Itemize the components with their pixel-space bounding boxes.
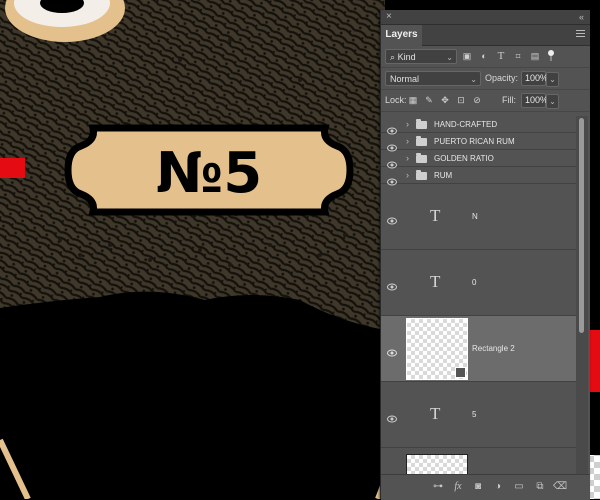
badge-label: №5 [156,141,262,206]
visibility-eye-icon[interactable] [387,156,397,169]
tab-layers[interactable]: Layers [381,25,422,46]
layer-group-rum[interactable]: › RUM [381,167,576,186]
visibility-eye-icon[interactable] [387,212,397,225]
filter-row: ⌕ Kind ⌄ ▣ ◐ T ⌗ ▤ [381,46,590,68]
lock-label: Lock: [385,95,407,105]
layer-name: 0 [472,278,477,287]
lock-row: Lock: ▦ ✎ ✥ ⊡ ⊘ Fill: 100% ⌄ [381,90,590,112]
red-bar-right [589,330,600,392]
add-mask-icon[interactable]: ◙ [471,480,485,494]
folder-icon [416,136,427,146]
blend-mode-select[interactable]: Normal ⌄ [385,71,481,86]
layer-name: PUERTO RICAN RUM [434,137,515,146]
new-layer-icon[interactable]: ⧉ [533,480,547,494]
fill-dropdown-icon[interactable]: ⌄ [546,94,559,109]
filter-kind-value: Kind [397,52,416,62]
visibility-eye-icon[interactable] [387,278,397,291]
scrollbar-thumb[interactable] [579,118,584,333]
text-layer-icon: T [430,272,441,291]
chevron-right-icon[interactable]: › [406,119,409,129]
layer-text-0[interactable]: T 0 [381,250,576,316]
type-filter-icon[interactable]: T [495,50,507,62]
visibility-eye-icon[interactable] [387,410,397,423]
layer-name: RUM [434,171,453,180]
opacity-value: 100% [525,73,549,83]
opacity-input[interactable]: 100% ⌄ [521,71,559,87]
blend-mode-value: Normal [390,74,420,84]
folder-icon [416,153,427,163]
layer-thumbnail [406,318,468,380]
layer-group-hand-crafted[interactable]: › HAND-CRAFTED [381,116,576,135]
visibility-eye-icon[interactable] [387,139,397,152]
opacity-dropdown-icon[interactable]: ⌄ [546,72,559,87]
badge-no5: №5 [64,124,354,216]
layer-text-5[interactable]: T 5 [381,382,576,448]
layer-name: 5 [472,410,477,419]
shape-layer-badge-icon [455,367,466,378]
chevron-right-icon[interactable]: › [406,136,409,146]
lock-all-icon[interactable]: ⊘ [471,94,483,106]
fill-label: Fill: [502,95,516,105]
layer-shape-partial[interactable] [381,448,576,474]
lock-artboard-icon[interactable]: ⊡ [455,94,467,106]
opacity-label: Opacity: [485,73,519,83]
panel-menu-icon[interactable] [576,30,585,39]
delete-layer-icon[interactable]: ⌫ [553,480,567,494]
visibility-eye-icon[interactable] [387,122,397,135]
layers-panel: × « Layers ⌕ Kind ⌄ ▣ ◐ T ⌗ ▤ Normal ⌄ O… [380,10,590,500]
text-layer-icon: T [430,404,441,423]
red-bar-left [0,158,25,178]
layer-group-puerto-rican-rum[interactable]: › PUERTO RICAN RUM [381,133,576,152]
adjustment-filter-icon[interactable]: ◐ [478,50,490,62]
layer-rectangle-2[interactable]: Rectangle 2 [381,316,576,382]
folder-icon [416,170,427,180]
layers-scrollbar[interactable] [576,116,588,474]
layer-thumbnail [406,454,468,474]
chevron-right-icon[interactable]: › [406,153,409,163]
link-layers-icon[interactable]: ⊶ [431,480,445,494]
fill-input[interactable]: 100% ⌄ [521,93,559,109]
new-group-icon[interactable]: ▭ [512,480,526,494]
chevron-down-icon: ⌄ [470,75,477,84]
panel-footer: ⊶ fx ◙ ◑ ▭ ⧉ ⌫ [381,474,590,500]
chevron-down-icon: ⌄ [446,53,453,62]
search-icon: ⌕ [390,52,396,62]
lock-image-icon[interactable]: ✎ [423,94,435,106]
layer-name: GOLDEN RATIO [434,154,494,163]
fx-icon[interactable]: fx [451,480,465,494]
layer-text-n[interactable]: T N [381,184,576,250]
adjustment-layer-icon[interactable]: ◑ [491,480,505,494]
visibility-eye-icon[interactable] [387,344,397,357]
filter-kind-select[interactable]: ⌕ Kind ⌄ [385,49,457,64]
collapse-panel-icon[interactable]: « [579,10,584,24]
folder-icon [416,119,427,129]
layer-name: HAND-CRAFTED [434,120,498,129]
blend-row: Normal ⌄ Opacity: 100% ⌄ [381,68,590,90]
layer-name: Rectangle 2 [472,344,515,353]
fill-value: 100% [525,95,549,105]
layers-list: › HAND-CRAFTED › PUERTO RICAN RUM › GOLD… [381,116,576,474]
pixel-filter-icon[interactable]: ▣ [461,50,473,62]
smart-object-filter-icon[interactable]: ▤ [529,50,541,62]
text-layer-icon: T [430,206,441,225]
shape-filter-icon[interactable]: ⌗ [512,50,524,62]
lock-position-icon[interactable]: ✥ [439,94,451,106]
visibility-eye-icon[interactable] [387,173,397,186]
panel-tabs: Layers [381,25,590,46]
layer-group-golden-ratio[interactable]: › GOLDEN RATIO [381,150,576,169]
close-panel-icon[interactable]: × [386,10,392,24]
chevron-right-icon[interactable]: › [406,170,409,180]
filter-toggle-icon[interactable] [546,50,556,62]
lock-transparent-icon[interactable]: ▦ [407,94,419,106]
panel-titlebar: × « [381,10,590,25]
layer-name: N [472,212,478,221]
